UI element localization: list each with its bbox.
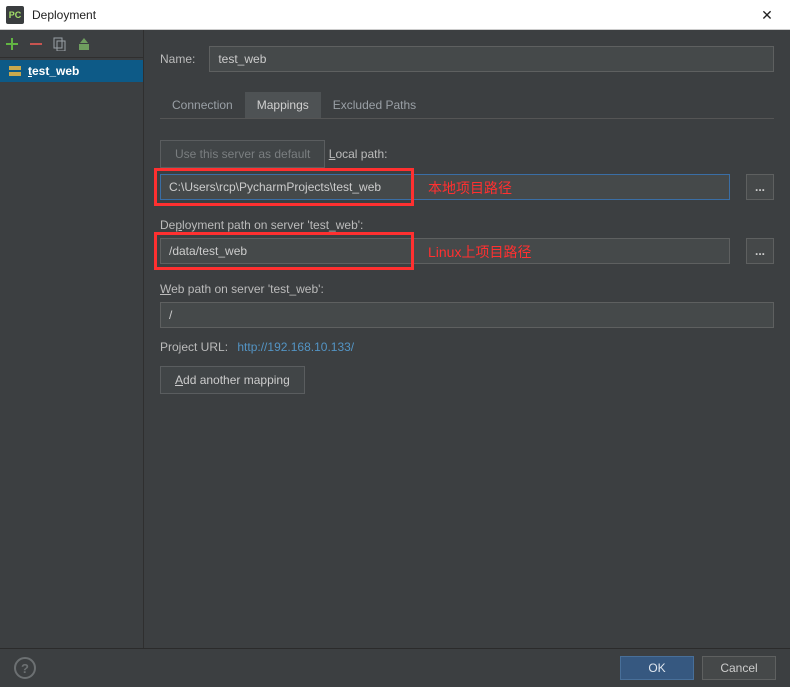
window-title: Deployment <box>32 8 96 22</box>
deployment-path-label: Deployment path on server 'test_web': <box>160 218 363 232</box>
name-row: Name: <box>160 46 774 72</box>
copy-icon[interactable] <box>52 36 68 52</box>
local-path-label: Local path: <box>329 147 388 161</box>
cancel-button[interactable]: Cancel <box>702 656 776 680</box>
remove-icon[interactable] <box>28 36 44 52</box>
config-tabs: Connection Mappings Excluded Paths <box>160 92 774 119</box>
dialog-footer: ? OK Cancel <box>0 648 790 687</box>
deployment-path-row: Linux上项目路径 ... <box>160 238 774 264</box>
auto-upload-icon[interactable] <box>76 36 92 52</box>
tab-connection[interactable]: Connection <box>160 92 245 118</box>
app-icon: PC <box>6 6 24 24</box>
help-icon[interactable]: ? <box>14 657 36 679</box>
ok-button[interactable]: OK <box>620 656 694 680</box>
content-pane: Name: Connection Mappings Excluded Paths… <box>144 30 790 648</box>
sidebar-toolbar <box>0 30 143 58</box>
close-icon[interactable]: ✕ <box>744 0 790 30</box>
web-path-row <box>160 302 774 328</box>
window-titlebar: PC Deployment ✕ <box>0 0 790 30</box>
annotation-deployment-path: Linux上项目路径 <box>428 242 531 262</box>
annotation-box-local <box>154 168 414 206</box>
deployments-sidebar: test_web <box>0 30 144 648</box>
server-icon <box>8 64 22 78</box>
browse-local-path-button[interactable]: ... <box>746 174 774 200</box>
web-path-input[interactable] <box>160 302 774 328</box>
mappings-section: Use this server as default Local path: 本… <box>160 135 774 394</box>
main-area: test_web Name: Connection Mappings Exclu… <box>0 30 790 648</box>
project-url-label: Project URL: <box>160 340 228 354</box>
use-default-server-button: Use this server as default <box>160 140 325 168</box>
tab-mappings[interactable]: Mappings <box>245 92 321 118</box>
tab-excluded-paths[interactable]: Excluded Paths <box>321 92 428 118</box>
sidebar-list: test_web <box>0 58 143 648</box>
annotation-box-deploy <box>154 232 414 270</box>
sidebar-item-test-web[interactable]: test_web <box>0 60 143 82</box>
sidebar-item-label: test_web <box>28 64 79 78</box>
browse-deployment-path-button[interactable]: ... <box>746 238 774 264</box>
project-url-link[interactable]: http://192.168.10.133/ <box>237 340 354 354</box>
add-icon[interactable] <box>4 36 20 52</box>
web-path-label: Web path on server 'test_web': <box>160 282 324 296</box>
name-input[interactable] <box>209 46 774 72</box>
sidebar-item-label-rest: est_web <box>32 64 79 78</box>
project-url-row: Project URL: http://192.168.10.133/ <box>160 340 774 354</box>
local-path-row: 本地项目路径 ... <box>160 174 774 200</box>
add-mapping-row: Add another mapping <box>160 366 774 394</box>
annotation-local-path: 本地项目路径 <box>428 178 512 198</box>
add-another-mapping-button[interactable]: Add another mapping <box>160 366 305 394</box>
name-label: Name: <box>160 52 195 66</box>
